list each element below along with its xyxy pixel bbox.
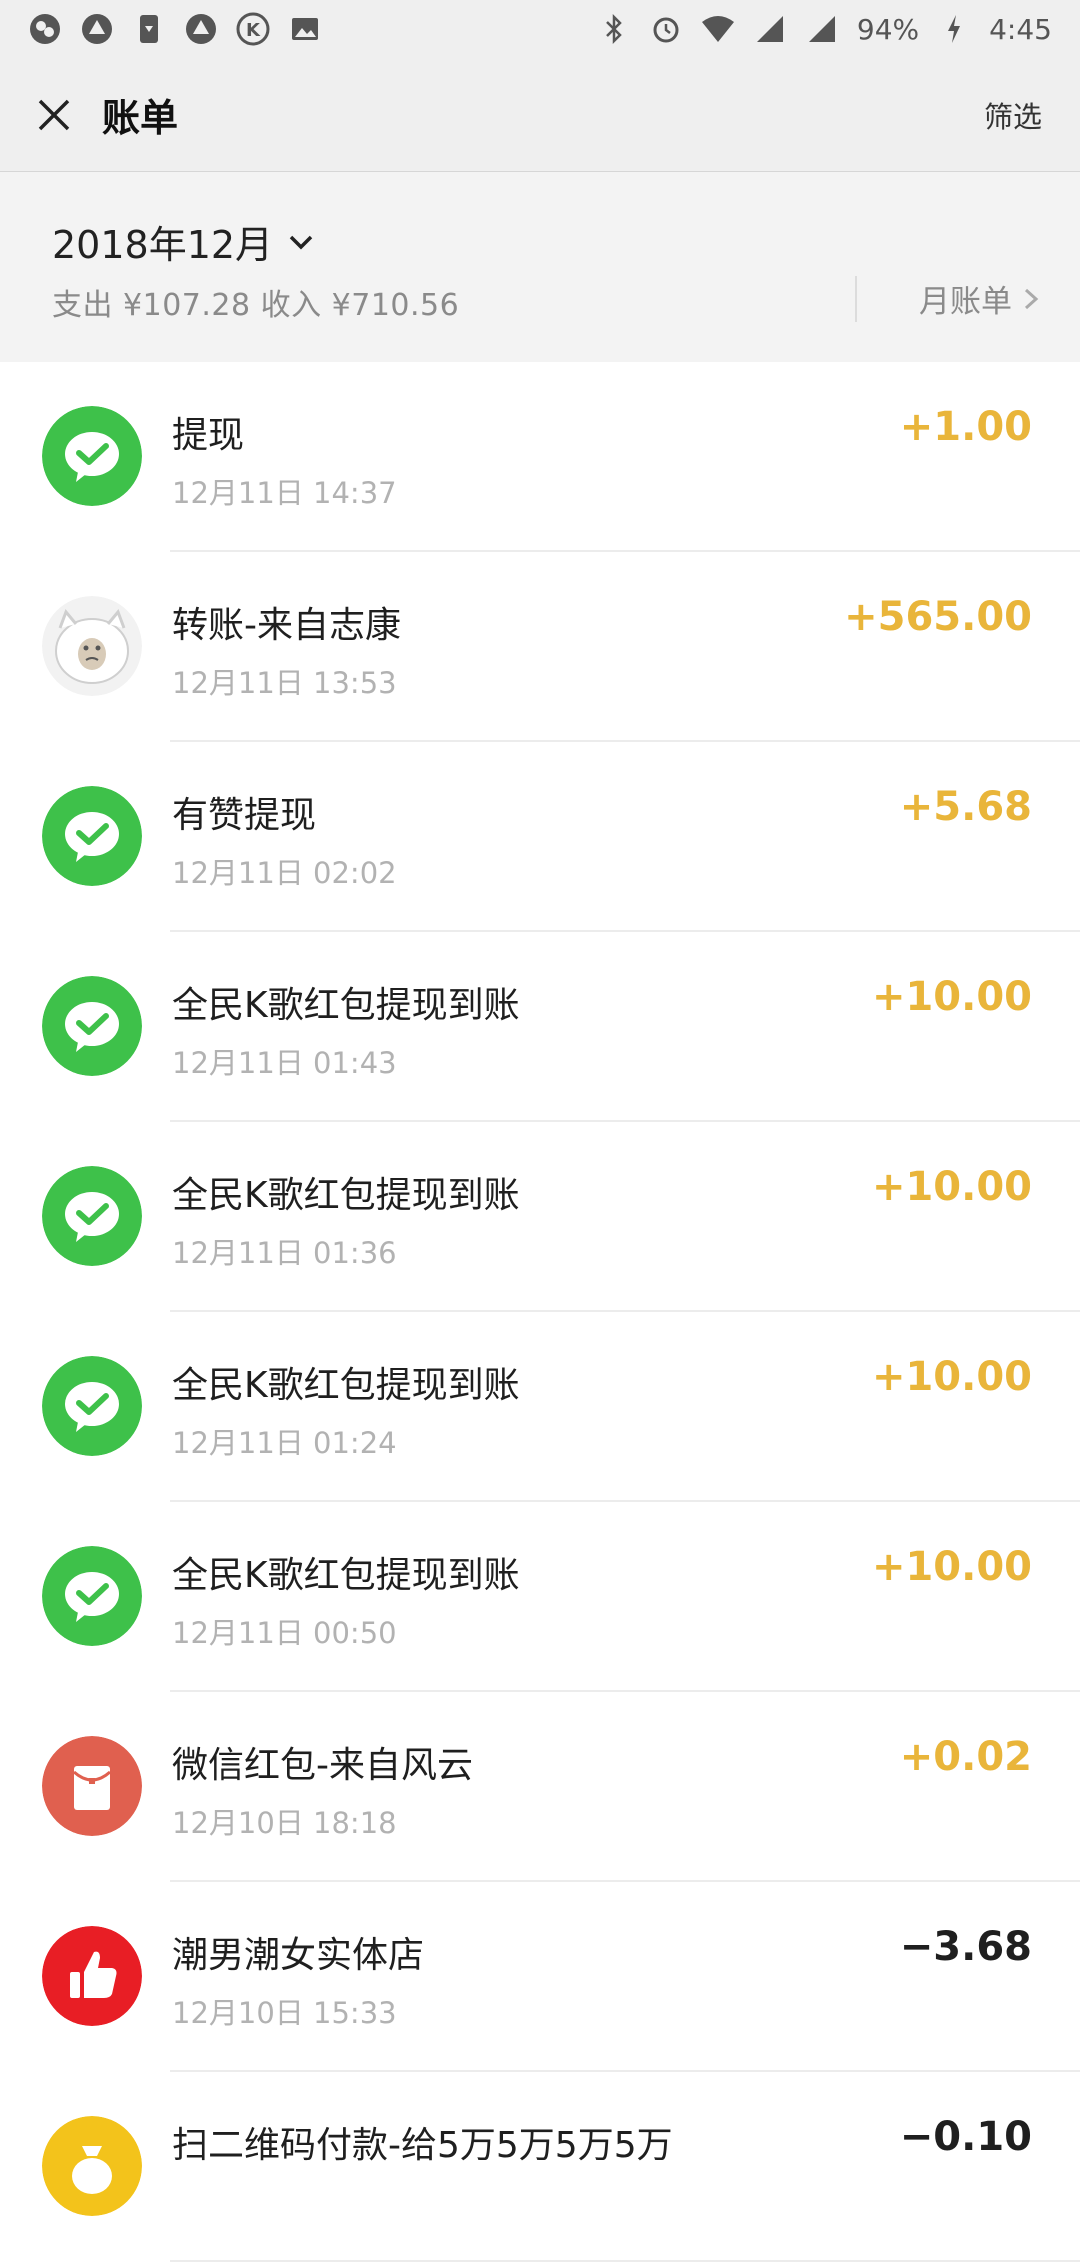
transaction-title: 微信红包-来自风云 [172,1745,473,1786]
status-bar-notifications: K [28,12,322,46]
transaction-amount: +5.68 [899,784,1032,830]
transaction-row[interactable]: 微信红包-来自风云 12月10日 18:18 +0.02 [0,1692,1080,1882]
wifi-icon [701,12,735,46]
transaction-title: 全民K歌红包提现到账 [172,1555,520,1596]
wechat-pay-icon [42,1356,142,1456]
status-bar: K 94% 4:45 [0,0,1080,58]
wechat-pay-icon [42,786,142,886]
wechat-pay-icon [42,1546,142,1646]
transaction-time: 12月11日 14:37 [172,476,397,510]
page-title: 账单 [102,96,179,140]
transaction-row[interactable]: 提现 12月11日 14:37 +1.00 [0,362,1080,552]
transaction-time: 12月11日 13:53 [172,666,397,700]
transaction-row[interactable]: 全民K歌红包提现到账 12月11日 01:43 +10.00 [0,932,1080,1122]
transaction-row[interactable]: 扫二维码付款-给5万5万5万5万 −0.10 [0,2072,1080,2262]
close-icon [38,99,70,130]
transaction-row[interactable]: 全民K歌红包提现到账 12月11日 01:36 +10.00 [0,1122,1080,1312]
transaction-title: 转账-来自志康 [172,605,401,646]
k-app-icon: K [236,12,270,46]
user-avatar [42,596,142,696]
monthly-bill-label: 月账单 [919,284,1012,320]
transaction-title: 有赞提现 [172,795,317,836]
transaction-time: 12月11日 01:36 [172,1236,397,1270]
transaction-time: 12月10日 15:33 [172,1996,397,2030]
wechat-pay-icon [42,406,142,506]
transaction-title: 提现 [172,415,245,456]
transaction-amount: +10.00 [871,1544,1032,1590]
app-notification-icon [28,12,62,46]
chevron-right-icon [1024,288,1039,309]
transaction-title: 全民K歌红包提现到账 [172,1365,520,1406]
app-notification-icon [184,12,218,46]
transaction-title: 扫二维码付款-给5万5万5万5万 [172,2125,673,2166]
money-bag-icon [42,2116,142,2216]
transaction-row[interactable]: 转账-来自志康 12月11日 13:53 +565.00 [0,552,1080,742]
app-notification-icon [80,12,114,46]
download-icon [132,12,166,46]
wechat-pay-icon [42,1166,142,1266]
alarm-icon [649,12,683,46]
nav-bar: 账单 筛选 [0,58,1080,172]
image-icon [288,12,322,46]
transaction-title: 全民K歌红包提现到账 [172,1175,520,1216]
transaction-row[interactable]: 全民K歌红包提现到账 12月11日 01:24 +10.00 [0,1312,1080,1502]
transaction-time: 12月11日 01:24 [172,1426,397,1460]
transaction-title: 潮男潮女实体店 [172,1935,425,1976]
signal-icon [753,12,787,46]
battery-percent: 94% [856,12,920,46]
month-label: 2018年12月 [52,223,274,267]
transaction-amount: +10.00 [871,1354,1032,1400]
month-header: 2018年12月 支出 ¥107.28 收入 ¥710.56 月账单 [0,172,1080,362]
transaction-amount: +565.00 [844,594,1032,640]
transaction-row[interactable]: 潮男潮女实体店 12月10日 15:33 −3.68 [0,1882,1080,2072]
transaction-time: 12月11日 01:43 [172,1046,397,1080]
filter-button[interactable]: 筛选 [984,94,1042,136]
svg-text:K: K [246,20,261,41]
clock: 4:45 [989,12,1052,46]
transaction-row[interactable]: 全民K歌红包提现到账 12月11日 00:50 +10.00 [0,1502,1080,1692]
transaction-list: 提现 12月11日 14:37 +1.00 转账-来自志康 12月11日 13:… [0,362,1080,2262]
transaction-row[interactable]: 有赞提现 12月11日 02:02 +5.68 [0,742,1080,932]
transaction-time: 12月11日 00:50 [172,1616,397,1650]
red-packet-icon [42,1736,142,1836]
status-bar-system: 94% 4:45 [597,12,1052,46]
transaction-amount: −0.10 [899,2114,1032,2160]
transaction-amount: +10.00 [871,974,1032,1020]
wechat-pay-icon [42,976,142,1076]
transaction-time: 12月10日 18:18 [172,1806,397,1840]
transaction-title: 全民K歌红包提现到账 [172,985,520,1026]
transaction-amount: +0.02 [899,1734,1032,1780]
thumbs-up-icon [42,1926,142,2026]
charging-icon [937,12,971,46]
monthly-summary: 支出 ¥107.28 收入 ¥710.56 [52,288,460,323]
chevron-down-icon [287,227,317,257]
monthly-bill-button[interactable]: 月账单 [919,276,1040,321]
transaction-amount: −3.68 [899,1924,1032,1970]
close-button[interactable] [24,85,84,145]
bluetooth-icon [597,12,631,46]
transaction-time: 12月11日 02:02 [172,856,397,890]
signal-icon [805,12,839,46]
transaction-amount: +1.00 [899,404,1032,450]
transaction-amount: +10.00 [871,1164,1032,1210]
month-selector[interactable]: 2018年12月 [52,214,317,269]
divider [855,276,857,322]
